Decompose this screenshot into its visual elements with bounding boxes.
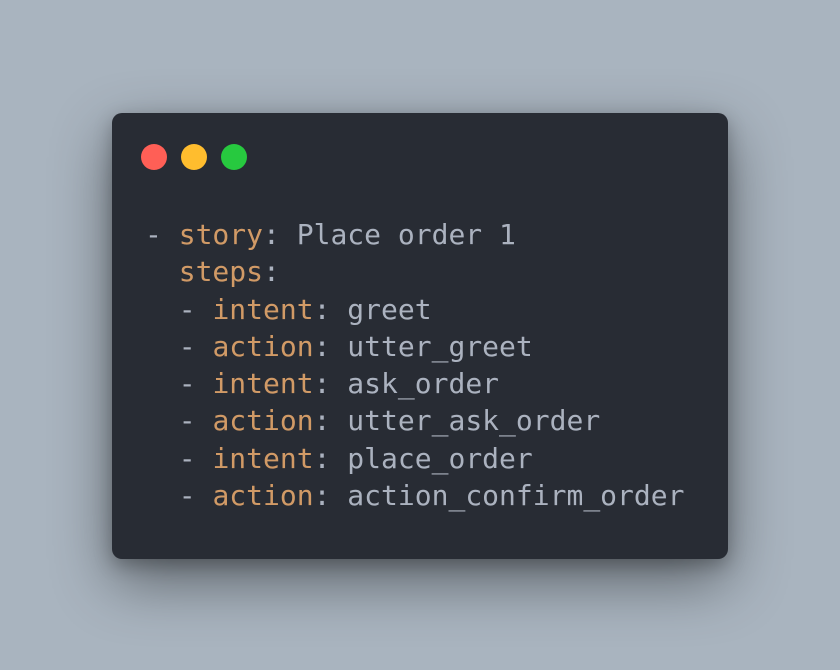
list-dash: - xyxy=(145,218,162,251)
yaml-value: action_confirm_order xyxy=(330,479,685,513)
yaml-value: Place order 1 xyxy=(279,218,516,251)
yaml-value: utter_ask_order xyxy=(330,404,601,438)
screen: { "window": { "controls": [ {"name": "cl… xyxy=(0,0,840,670)
yaml-key: action xyxy=(212,479,314,513)
yaml-colon: : xyxy=(313,441,331,475)
list-dash: - xyxy=(178,329,196,363)
yaml-key: action xyxy=(212,404,314,438)
code-line: - intent: greet xyxy=(145,291,684,328)
yaml-key: intent xyxy=(212,367,314,401)
yaml-value: place_order xyxy=(330,441,533,475)
yaml-colon: : xyxy=(313,404,331,438)
list-dash: - xyxy=(178,367,196,401)
code-line: - intent: ask_order xyxy=(145,365,684,402)
yaml-colon: : xyxy=(313,292,331,326)
code-line: - intent: place_order xyxy=(145,440,684,477)
yaml-key: intent xyxy=(212,441,314,475)
code-line: - action: utter_greet xyxy=(145,328,684,365)
list-dash: - xyxy=(178,404,196,438)
yaml-value: utter_greet xyxy=(330,329,533,363)
yaml-colon: : xyxy=(313,367,331,401)
yaml-value: greet xyxy=(330,292,432,326)
list-dash: - xyxy=(178,441,196,475)
window-controls xyxy=(141,144,247,170)
code-line: - story: Place order 1 xyxy=(145,216,684,253)
code-line: - action: action_confirm_order xyxy=(145,477,685,514)
close-dot-icon[interactable] xyxy=(141,144,167,170)
yaml-key: intent xyxy=(212,292,314,326)
code-window: - story: Place order 1 steps: - intent: … xyxy=(112,113,728,559)
yaml-value: ask_order xyxy=(330,367,500,401)
yaml-colon: : xyxy=(313,479,331,513)
minimize-dot-icon[interactable] xyxy=(181,144,207,170)
yaml-colon: : xyxy=(263,218,280,251)
yaml-colon: : xyxy=(313,329,331,363)
list-dash: - xyxy=(178,292,196,326)
yaml-colon: : xyxy=(263,255,280,289)
yaml-key: story xyxy=(178,218,264,251)
code-block: - story: Place order 1 steps: - intent: … xyxy=(145,216,684,514)
code-line: steps: xyxy=(145,253,684,290)
list-dash: - xyxy=(178,479,196,513)
yaml-key: steps xyxy=(178,255,264,289)
code-line: - action: utter_ask_order xyxy=(145,402,684,439)
yaml-key: action xyxy=(212,329,314,363)
zoom-dot-icon[interactable] xyxy=(221,144,247,170)
